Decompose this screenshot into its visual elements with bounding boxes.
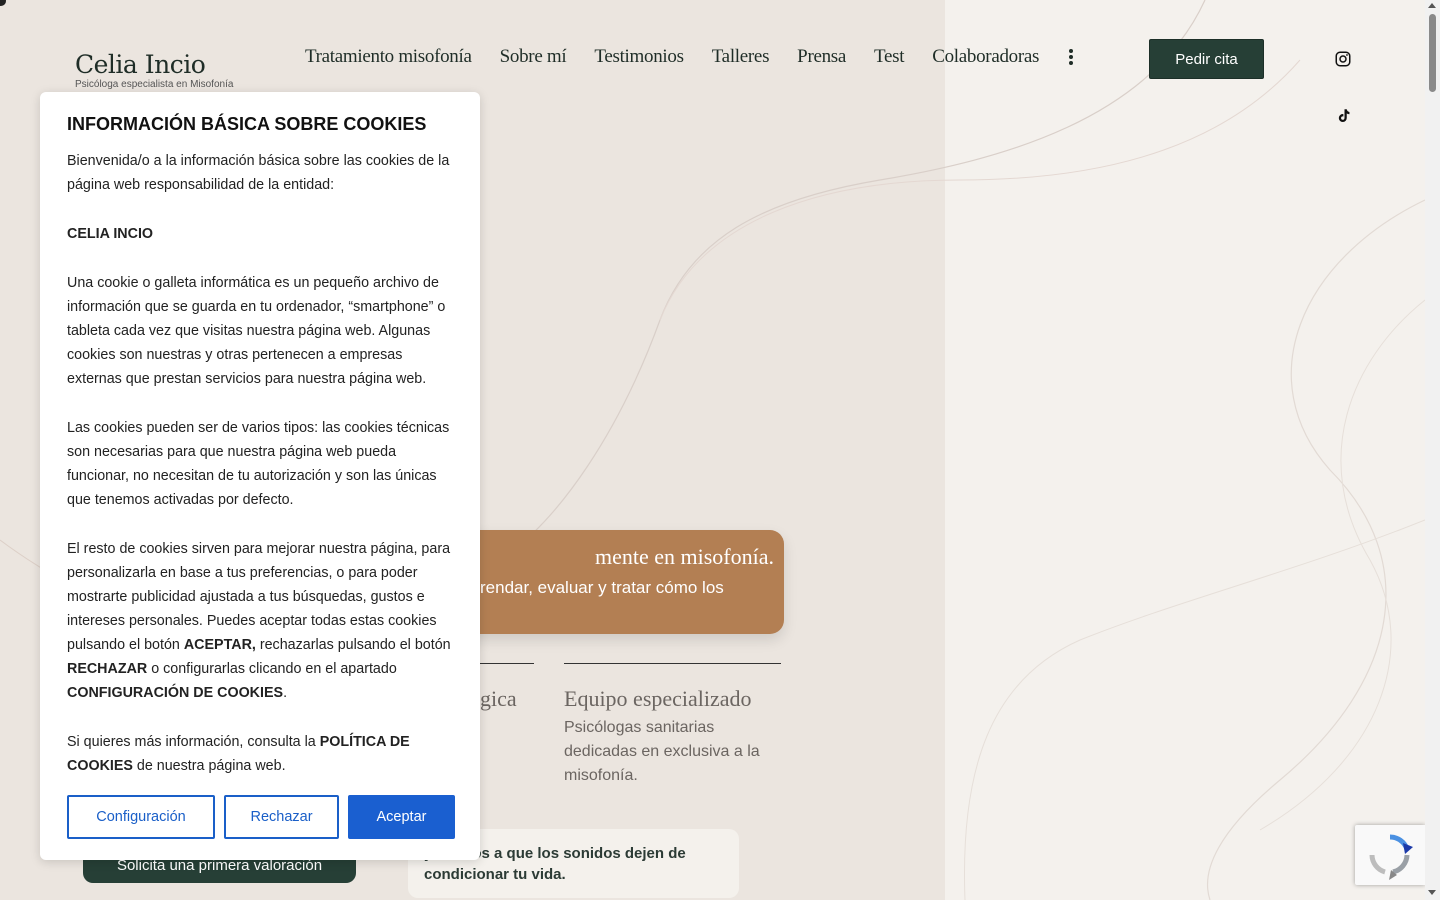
nav-sobre-mi[interactable]: Sobre mí xyxy=(500,46,567,68)
nav-prensa[interactable]: Prensa xyxy=(797,46,846,68)
cookie-accept-button[interactable]: Aceptar xyxy=(348,795,455,839)
cookie-reject-button[interactable]: Rechazar xyxy=(224,795,339,839)
scroll-down-icon[interactable] xyxy=(1428,890,1436,895)
nav-colaboradoras[interactable]: Colaboradoras xyxy=(932,46,1039,68)
hero-background-right xyxy=(945,0,1425,900)
main-nav: Tratamiento misofonía Sobre mí Testimoni… xyxy=(305,46,1074,68)
cookie-consent-dialog: INFORMACIÓN BÁSICA SOBRE COOKIES Bienven… xyxy=(40,92,480,860)
nav-testimonios[interactable]: Testimonios xyxy=(594,46,684,68)
recaptcha-badge[interactable] xyxy=(1355,825,1425,885)
cookie-paragraph: Bienvenida/o a la información básica sob… xyxy=(67,153,450,193)
site-logo[interactable]: Celia Incio Psicóloga especialista en Mi… xyxy=(75,52,233,90)
nav-tratamiento[interactable]: Tratamiento misofonía xyxy=(305,46,472,68)
pedir-cita-button[interactable]: Pedir cita xyxy=(1149,39,1264,79)
cookie-paragraph: Si quieres más información, consulta la … xyxy=(67,734,410,774)
cookie-config-button[interactable]: Configuración xyxy=(67,795,215,839)
feature-divider xyxy=(480,663,534,664)
more-vertical-icon[interactable] xyxy=(1069,49,1074,65)
scroll-up-icon[interactable] xyxy=(1428,3,1436,8)
cookie-paragraph: Una cookie o galleta informática es un p… xyxy=(67,275,446,387)
feature-title: Equipo especializado xyxy=(564,686,752,711)
logo-subtitle: Psicóloga especialista en Misofonía xyxy=(75,79,234,90)
cookie-actions: Configuración Rechazar Aceptar xyxy=(67,795,455,839)
cookie-title: INFORMACIÓN BÁSICA SOBRE COOKIES xyxy=(67,114,427,134)
cookie-entity: CELIA INCIO xyxy=(67,226,154,242)
cookie-paragraph: Las cookies pueden ser de varios tipos: … xyxy=(67,420,450,508)
nav-test[interactable]: Test xyxy=(874,46,904,68)
logo-name: Celia Incio xyxy=(75,50,206,79)
nav-talleres[interactable]: Talleres xyxy=(712,46,770,68)
page-scrollbar[interactable] xyxy=(1425,0,1440,900)
tiktok-icon[interactable] xyxy=(1334,107,1352,125)
cookie-body: Bienvenida/o a la información básica sob… xyxy=(67,149,453,778)
instagram-icon[interactable] xyxy=(1334,50,1352,68)
hero-card-text: rendar, evaluar y tratar cómo los xyxy=(480,578,724,597)
feature-divider xyxy=(564,663,781,664)
cookie-paragraph: El resto de cookies sirven para mejorar … xyxy=(67,541,451,701)
scroll-thumb[interactable] xyxy=(1429,14,1436,92)
feature-text: Psicólogas sanitarias dedicadas en exclu… xyxy=(564,719,760,784)
feature-title: gica xyxy=(480,686,517,711)
recaptcha-icon xyxy=(1369,834,1413,880)
